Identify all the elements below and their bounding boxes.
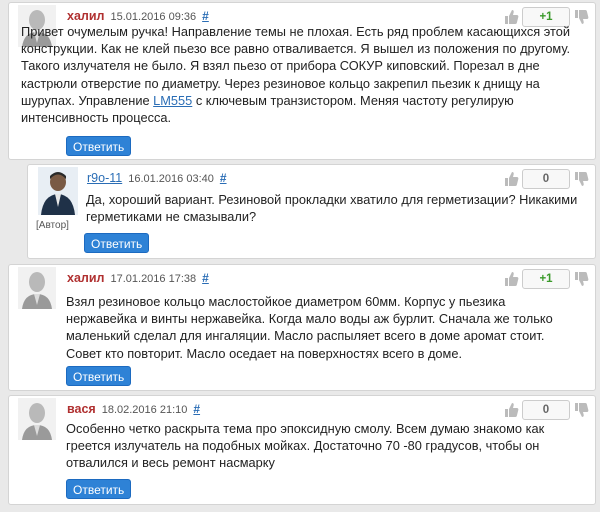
permalink[interactable]: # bbox=[202, 271, 209, 285]
avatar bbox=[18, 398, 56, 440]
timestamp: 16.01.2016 03:40 bbox=[128, 173, 214, 185]
thumbs-down-icon[interactable] bbox=[573, 402, 589, 418]
thumbs-down-icon[interactable] bbox=[573, 171, 589, 187]
timestamp: 18.02.2016 21:10 bbox=[101, 404, 188, 416]
vote-count: 0 bbox=[522, 169, 570, 189]
thumbs-down-icon[interactable] bbox=[573, 271, 589, 287]
timestamp: 17.01.2016 17:38 bbox=[110, 273, 197, 285]
comment: вася 18.02.2016 21:10 # 0 Особенно четко… bbox=[8, 395, 596, 505]
permalink[interactable]: # bbox=[220, 171, 227, 185]
thumbs-up-icon[interactable] bbox=[503, 402, 519, 418]
avatar bbox=[18, 267, 56, 309]
vote-controls: 0 bbox=[503, 169, 589, 189]
comment-text: Привет очумелым ручка! Направление темы … bbox=[21, 24, 571, 126]
vote-controls: 0 bbox=[503, 400, 589, 420]
thumbs-up-icon[interactable] bbox=[503, 271, 519, 287]
avatar bbox=[38, 167, 78, 215]
thumbs-up-icon[interactable] bbox=[503, 171, 519, 187]
reply-button[interactable]: Ответить bbox=[84, 233, 150, 253]
comment: халил 17.01.2016 17:38 # +1 Взял резинов… bbox=[8, 264, 596, 391]
permalink[interactable]: # bbox=[202, 9, 209, 23]
comment-text: Да, хороший вариант. Резиновой прокладки… bbox=[86, 192, 578, 225]
comment-text: Особенно четко раскрыта тема про эпоксид… bbox=[66, 421, 545, 471]
author-role-badge: [Автор] bbox=[36, 220, 69, 231]
author-name[interactable]: вася bbox=[67, 402, 96, 416]
vote-count: +1 bbox=[522, 269, 570, 289]
comment-text: Взял резиновое кольцо маслостойкое диаме… bbox=[66, 294, 553, 361]
vote-count: 0 bbox=[522, 400, 570, 420]
reply-button[interactable]: Ответить bbox=[66, 366, 132, 386]
author-name[interactable]: r9o-11 bbox=[87, 171, 122, 185]
comment: халил 15.01.2016 09:36 # +1 Привет очуме… bbox=[8, 2, 596, 160]
permalink[interactable]: # bbox=[193, 402, 200, 416]
reply-button[interactable]: Ответить bbox=[66, 136, 132, 156]
timestamp: 15.01.2016 09:36 bbox=[110, 11, 197, 23]
vote-controls: +1 bbox=[503, 269, 589, 289]
lm555-link[interactable]: LM555 bbox=[153, 93, 192, 108]
author-name[interactable]: халил bbox=[67, 271, 104, 285]
reply-button[interactable]: Ответить bbox=[66, 479, 132, 499]
comment: [Автор] r9o-11 16.01.2016 03:40 # 0 Да, … bbox=[27, 164, 596, 259]
author-name[interactable]: халил bbox=[67, 9, 104, 23]
